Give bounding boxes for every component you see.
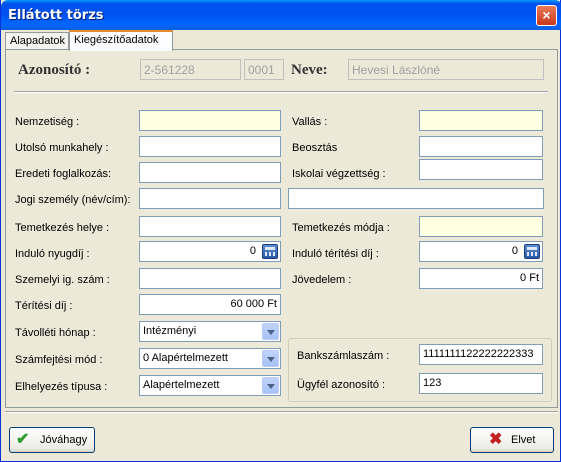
indulo-teritesi-dij-label: Induló térítési díj : xyxy=(292,248,379,260)
szamfejtesi-mod-label: Számfejtési mód : xyxy=(15,354,103,366)
tab-panel: Azonosító : 2-561228 0001 Neve: Hevesi L… xyxy=(5,49,558,408)
id-suffix-field: 0001 xyxy=(244,59,284,80)
nemzetiseg-label: Nemzetiség : xyxy=(15,116,80,128)
indulo-teritesi-dij-value: 0 xyxy=(511,245,518,257)
temetkezes-modja-input[interactable] xyxy=(419,216,543,237)
window-title: Ellátott törzs xyxy=(8,8,104,23)
close-button[interactable]: × xyxy=(536,5,557,26)
chevron-down-icon[interactable] xyxy=(262,323,279,340)
elvet-label: Elvet xyxy=(511,434,536,446)
indulo-nyugdij-value: 0 xyxy=(249,245,256,257)
jogi-szemely-address-input[interactable] xyxy=(288,188,544,209)
szamfejtesi-mod-value: 0 Alapértelmezett xyxy=(143,352,228,364)
teritesi-dij-label: Térítési díj : xyxy=(15,300,73,312)
cross-icon: ✖ xyxy=(489,431,503,448)
id-label: Azonosító : xyxy=(18,62,91,78)
utolso-munkahely-label: Utolsó munkahely : xyxy=(15,142,109,154)
indulo-nyugdij-input[interactable]: 0 xyxy=(139,241,281,262)
ugyfel-azonosito-label: Ügyfél azonosító : xyxy=(297,379,386,391)
checkmark-icon: ✔ xyxy=(16,431,30,448)
footer-separator xyxy=(5,411,558,413)
name-label: Neve: xyxy=(291,62,328,78)
elvet-button[interactable]: ✖ Elvet xyxy=(470,427,554,453)
tavolleti-honap-select[interactable]: Intézményi xyxy=(139,321,281,342)
elhelyezes-tipusa-value: Alapértelmezett xyxy=(143,379,220,391)
id-field: 2-561228 xyxy=(140,59,241,80)
vallas-input[interactable] xyxy=(419,110,543,131)
title-bar[interactable]: Ellátott törzs × xyxy=(1,0,561,30)
nemzetiseg-input[interactable] xyxy=(139,110,281,131)
bankszamlaszam-input[interactable]: 1111111122222222333 xyxy=(419,344,543,365)
eredeti-foglalkozas-input[interactable] xyxy=(139,162,281,183)
jogi-szemely-label: Jogi személy (név/cím): xyxy=(15,194,131,206)
temetkezes-helye-input[interactable] xyxy=(139,216,281,237)
chevron-down-icon[interactable] xyxy=(262,377,279,394)
beosztas-label: Beosztás xyxy=(292,142,338,154)
iskolai-vegzettseg-input[interactable] xyxy=(419,159,543,180)
tab-kiegeszitoadatok[interactable]: Kiegészítőadatok xyxy=(69,30,173,51)
eredeti-foglalkozas-label: Eredeti foglalkozás: xyxy=(15,168,111,180)
dialog-window: Ellátott törzs × Alapadatok Kiegészítőad… xyxy=(0,0,561,462)
name-field: Hevesi Lászlóné xyxy=(348,59,544,80)
indulo-teritesi-dij-input[interactable]: 0 xyxy=(419,241,543,262)
tab-alapadatok[interactable]: Alapadatok xyxy=(5,32,69,50)
chevron-down-icon[interactable] xyxy=(262,350,279,367)
bankszamlaszam-label: Bankszámlaszám : xyxy=(297,350,390,362)
elhelyezes-tipusa-label: Elhelyezés típusa : xyxy=(15,381,108,393)
vallas-label: Vallás : xyxy=(292,116,328,128)
temetkezes-helye-label: Temetkezés helye : xyxy=(15,222,110,234)
tavolleti-honap-value: Intézményi xyxy=(143,325,197,337)
beosztas-input[interactable] xyxy=(419,136,543,157)
utolso-munkahely-input[interactable] xyxy=(139,136,281,157)
teritesi-dij-input[interactable]: 60 000 Ft xyxy=(139,294,281,315)
szamfejtesi-mod-select[interactable]: 0 Alapértelmezett xyxy=(139,348,281,369)
temetkezes-modja-label: Temetkezés módja : xyxy=(292,222,390,234)
jogi-szemely-name-input[interactable] xyxy=(139,188,281,209)
elhelyezes-tipusa-select[interactable]: Alapértelmezett xyxy=(139,375,281,396)
tavolleti-honap-label: Távolléti hónap : xyxy=(15,327,96,339)
header-separator xyxy=(14,91,548,93)
jovedelem-input[interactable]: 0 Ft xyxy=(419,268,543,289)
calculator-icon[interactable] xyxy=(524,244,540,259)
jovahagy-label: Jóváhagy xyxy=(40,434,88,446)
jovahagy-button[interactable]: ✔ Jóváhagy xyxy=(9,427,95,453)
szemelyi-szam-label: Szemelyi ig. szám : xyxy=(15,274,110,286)
indulo-nyugdij-label: Induló nyugdíj : xyxy=(15,248,90,260)
iskolai-vegzettseg-label: Iskolai végzettség : xyxy=(292,168,386,180)
close-icon: × xyxy=(542,7,551,23)
ugyfel-azonosito-input[interactable]: 123 xyxy=(419,373,543,394)
szemelyi-szam-input[interactable] xyxy=(139,268,281,289)
calculator-icon[interactable] xyxy=(262,244,278,259)
jovedelem-label: Jövedelem : xyxy=(292,274,352,286)
